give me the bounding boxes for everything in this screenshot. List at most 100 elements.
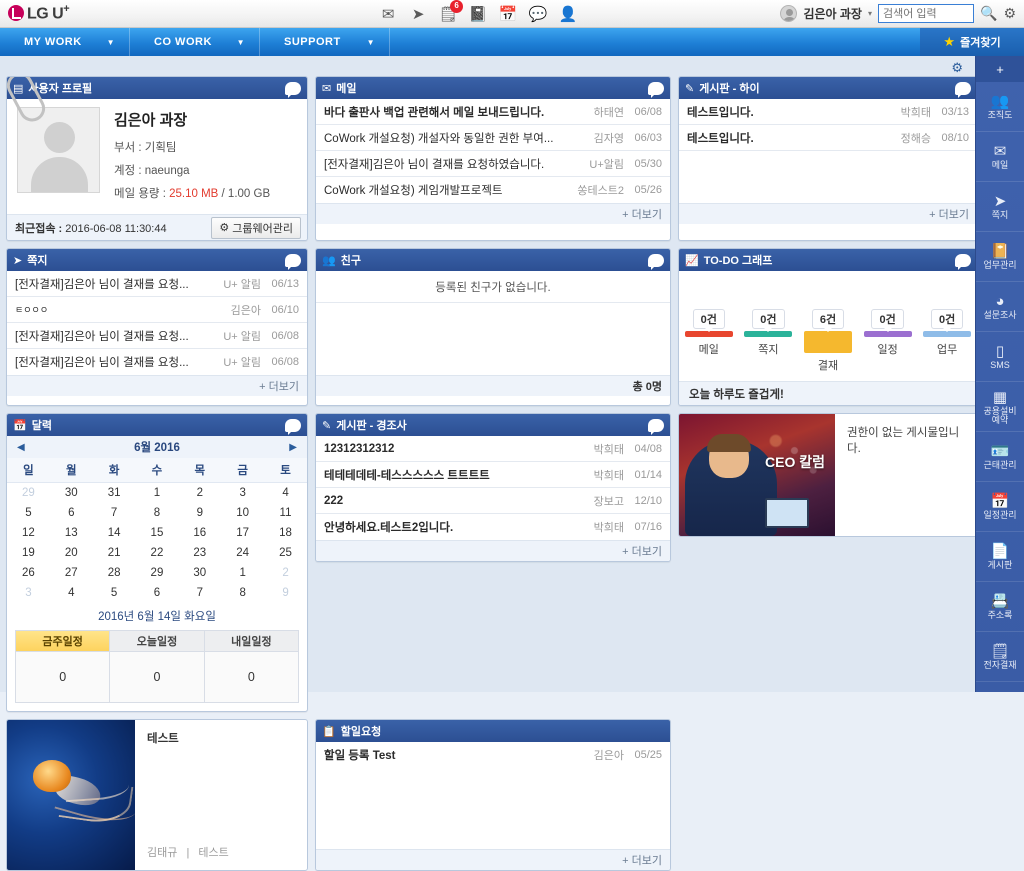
bar-group[interactable]: 0건 메일 xyxy=(683,309,735,373)
chat-bubble-icon[interactable] xyxy=(648,81,664,98)
list-item[interactable]: ㅌㅇㅇㅇ 김은아 06/10 xyxy=(7,297,307,323)
bar-group[interactable]: 0건 일정 xyxy=(862,309,914,373)
board-icon[interactable]: 📓 xyxy=(469,5,488,23)
list-item[interactable]: [전자결재]김은아 님이 결재를 요청... U+ 알림 06/08 xyxy=(7,323,307,349)
chat-bubble-icon[interactable] xyxy=(285,81,301,98)
prev-month-button[interactable]: ◀ xyxy=(17,442,25,453)
nav-item-support[interactable]: SUPPORT ▼ xyxy=(260,28,390,56)
list-item[interactable]: 222 장보고 12/10 xyxy=(316,488,670,514)
sidebar-item-attendance[interactable]: 🪪 근태관리 xyxy=(976,432,1024,482)
calendar-day-cell[interactable]: 2 xyxy=(178,483,221,504)
schedule-tab-week[interactable]: 금주일정 0 xyxy=(16,631,111,702)
dashboard-settings-gear-icon[interactable]: ⚙ xyxy=(951,60,963,76)
user-name[interactable]: 김은아 과장 xyxy=(803,5,862,22)
calendar-day-cell[interactable]: 11 xyxy=(264,503,307,523)
schedule-tab-tomorrow[interactable]: 내일일정 0 xyxy=(204,631,298,702)
calendar-day-cell[interactable]: 31 xyxy=(93,483,136,504)
sidebar-item-mail[interactable]: ✉ 메일 xyxy=(976,132,1024,182)
calendar-day-cell[interactable]: 1 xyxy=(136,483,179,504)
list-item[interactable]: 테스트입니다. 박희태 03/13 xyxy=(679,99,977,125)
bar-group[interactable]: 0건 쪽지 xyxy=(742,309,794,373)
mail-icon[interactable]: ✉ xyxy=(379,5,397,23)
list-item[interactable]: 12312312312 박희태 04/08 xyxy=(316,436,670,462)
card-ceo-column[interactable]: CEO 칼럼 권한이 없는 게시물입니다. xyxy=(678,413,978,537)
calendar-day-cell[interactable]: 17 xyxy=(221,523,264,543)
sidebar-item-facility[interactable]: ▦ 공용설비 예약 xyxy=(976,382,1024,432)
calendar-day-cell[interactable]: 29 xyxy=(136,563,179,583)
list-item[interactable]: CoWork 개설요청) 개설자와 동일한 권한 부여... 김자영 06/03 xyxy=(316,125,670,151)
next-month-button[interactable]: ▶ xyxy=(289,442,297,453)
calendar-day-cell[interactable]: 13 xyxy=(50,523,93,543)
calendar-day-cell[interactable]: 8 xyxy=(136,503,179,523)
sidebar-item-sms[interactable]: ▯ SMS xyxy=(976,332,1024,382)
calendar-day-cell[interactable]: 15 xyxy=(136,523,179,543)
sidebar-item-task[interactable]: 📔 업무관리 xyxy=(976,232,1024,282)
card-test-post[interactable]: 테스트 김태규 | 테스트 xyxy=(6,719,308,871)
calendar-day-cell[interactable]: 8 xyxy=(221,583,264,603)
more-link[interactable]: + 더보기 xyxy=(316,203,670,224)
lg-uplus-logo[interactable]: LG U+ xyxy=(0,3,70,23)
calendar-day-cell[interactable]: 5 xyxy=(93,583,136,603)
calendar-day-cell[interactable]: 4 xyxy=(264,483,307,504)
chat-bubble-icon[interactable] xyxy=(955,253,971,270)
calendar-day-cell[interactable]: 16 xyxy=(178,523,221,543)
calendar-day-cell[interactable]: 29 xyxy=(7,483,50,504)
calendar-day-cell[interactable]: 22 xyxy=(136,543,179,563)
list-item[interactable]: 테테테데테-테스스스스스 트트트트 박희태 01/14 xyxy=(316,462,670,488)
calendar-day-cell[interactable]: 21 xyxy=(93,543,136,563)
calendar-day-cell[interactable]: 6 xyxy=(136,583,179,603)
calendar-day-cell[interactable]: 10 xyxy=(221,503,264,523)
calendar-day-cell[interactable]: 4 xyxy=(50,583,93,603)
bar-group[interactable]: 0건 업무 xyxy=(921,309,973,373)
more-link[interactable]: + 더보기 xyxy=(316,540,670,561)
list-item[interactable]: 바다 출판사 백업 관련해서 메일 보내드립니다. 하태연 06/08 xyxy=(316,99,670,125)
calendar-day-cell[interactable]: 18 xyxy=(264,523,307,543)
calendar-day-cell[interactable]: 30 xyxy=(50,483,93,504)
list-item[interactable]: CoWork 개설요청) 게임개발프로젝트 쏭테스트2 05/26 xyxy=(316,177,670,203)
chat-icon[interactable]: 💬 xyxy=(529,5,548,23)
sidebar-item-schedule[interactable]: 📅 일정관리 xyxy=(976,482,1024,532)
sidebar-add-button[interactable]: + xyxy=(976,56,1024,82)
chat-bubble-icon[interactable] xyxy=(955,81,971,98)
calendar-day-cell[interactable]: 25 xyxy=(264,543,307,563)
nav-item-co-work[interactable]: CO WORK ▼ xyxy=(130,28,260,56)
calendar-day-cell[interactable]: 26 xyxy=(7,563,50,583)
favorites-button[interactable]: ★ 즐겨찾기 xyxy=(920,28,1024,56)
bar-group[interactable]: 6건 결재 xyxy=(802,309,854,373)
calendar-day-cell[interactable]: 24 xyxy=(221,543,264,563)
chat-bubble-icon[interactable] xyxy=(648,253,664,270)
cursor-icon[interactable]: ➤ xyxy=(409,5,427,23)
contacts-icon[interactable]: 👤 xyxy=(559,5,578,23)
schedule-tab-today[interactable]: 오늘일정 0 xyxy=(110,631,205,702)
calendar-day-cell[interactable]: 20 xyxy=(50,543,93,563)
sidebar-item-survey[interactable]: ◕ 설문조사 xyxy=(976,282,1024,332)
calendar-day-cell[interactable]: 7 xyxy=(93,503,136,523)
search-input[interactable] xyxy=(878,4,974,23)
list-item[interactable]: 할일 등록 Test 김은아 05/25 xyxy=(316,742,670,768)
sidebar-item-addressbook[interactable]: 📇 주소록 xyxy=(976,582,1024,632)
chat-bubble-icon[interactable] xyxy=(285,418,301,435)
groupware-manage-button[interactable]: ⚙ 그룹웨어관리 xyxy=(211,216,301,239)
calendar-day-cell[interactable]: 5 xyxy=(7,503,50,523)
sidebar-item-approval[interactable]: 🗒 전자결재 xyxy=(976,632,1024,682)
list-item[interactable]: [전자결재]김은아 님이 결재를 요청... U+ 알림 06/13 xyxy=(7,271,307,297)
chat-bubble-icon[interactable] xyxy=(648,418,664,435)
chevron-down-icon[interactable]: ▾ xyxy=(868,9,872,18)
sidebar-item-org-chart[interactable]: 👥 조직도 xyxy=(976,82,1024,132)
list-item[interactable]: 안녕하세요.테스트2입니다. 박희태 07/16 xyxy=(316,514,670,540)
more-link[interactable]: + 더보기 xyxy=(7,375,307,396)
list-item[interactable]: 테스트입니다. 정해승 08/10 xyxy=(679,125,977,151)
search-icon[interactable]: 🔍 xyxy=(980,5,997,22)
calendar-day-cell[interactable]: 23 xyxy=(178,543,221,563)
gear-icon[interactable]: ⚙ xyxy=(1003,5,1016,22)
more-link[interactable]: + 더보기 xyxy=(679,203,977,224)
calendar-day-cell[interactable]: 14 xyxy=(93,523,136,543)
calendar-day-cell[interactable]: 7 xyxy=(178,583,221,603)
chat-bubble-icon[interactable] xyxy=(285,253,301,270)
calendar-day-cell[interactable]: 6 xyxy=(50,503,93,523)
sidebar-item-note[interactable]: ➤ 쪽지 xyxy=(976,182,1024,232)
calendar-day-cell[interactable]: 30 xyxy=(178,563,221,583)
calendar-day-cell[interactable]: 9 xyxy=(178,503,221,523)
calendar-day-cell[interactable]: 9 xyxy=(264,583,307,603)
calendar-day-cell[interactable]: 2 xyxy=(264,563,307,583)
